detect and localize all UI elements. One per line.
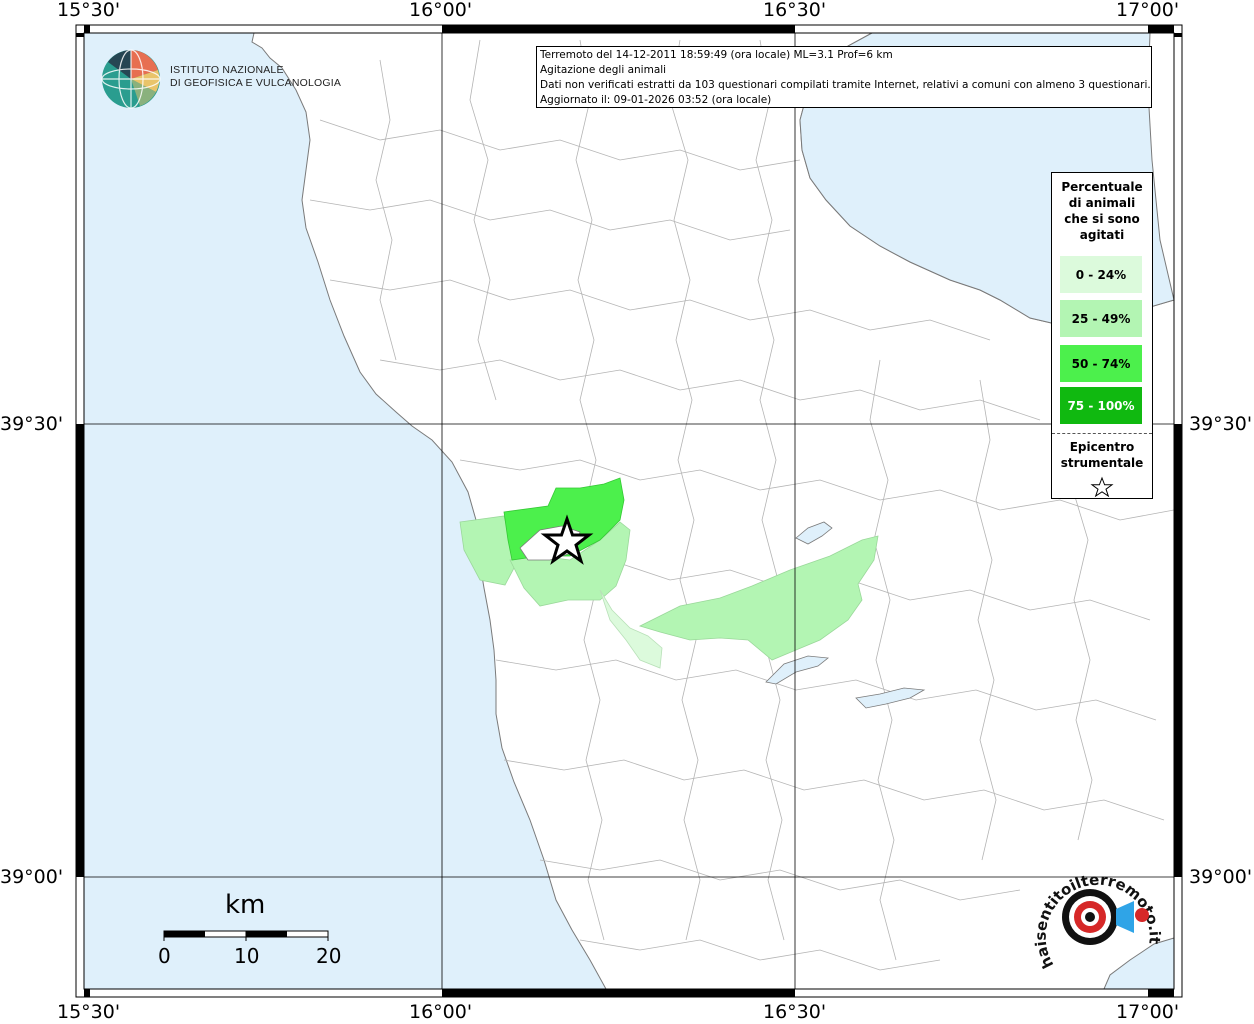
ingv-name-line: DI GEOFISICA E VULCANOLOGIA — [170, 77, 342, 89]
lon-label-top: 16°00' — [409, 0, 473, 21]
legend-title-line: Percentuale — [1061, 180, 1143, 194]
ingv-logo: ISTITUTO NAZIONALE DI GEOFISICA E VULCAN… — [100, 48, 341, 110]
lat-label-left: 39°30' — [0, 413, 64, 435]
lon-label-bottom: 16°00' — [409, 1001, 473, 1023]
scale-tick-label: 0 — [158, 944, 171, 968]
scale-bar: km 0 10 20 — [150, 888, 360, 978]
legend-item-75-100: 75 - 100% — [1060, 387, 1142, 424]
legend-epicenter-line: Epicentro — [1069, 440, 1135, 454]
legend-item-25-49: 25 - 49% — [1060, 300, 1142, 337]
event-line: Terremoto del 14-12-2011 18:59:49 (ora l… — [540, 49, 893, 61]
legend-title: Percentuale di animali che si sono agita… — [1052, 179, 1152, 243]
lon-label-bottom: 17°00' — [1116, 1001, 1180, 1023]
hai-sentito-logo: haisentitoilterremoto.it — [1030, 855, 1180, 980]
legend-epicenter-line: strumentale — [1060, 456, 1144, 470]
data-note: Dati non verificati estratti da 103 ques… — [540, 79, 1151, 91]
legend-item-0-24: 0 - 24% — [1060, 256, 1142, 293]
legend-item-50-74: 50 - 74% — [1060, 345, 1142, 382]
lon-label-top: 15°30' — [57, 0, 121, 21]
legend: Percentuale di animali che si sono agita… — [1051, 172, 1153, 499]
ingv-name-line: ISTITUTO NAZIONALE — [170, 64, 284, 76]
lat-label-left: 39°00' — [0, 866, 64, 888]
legend-title-line: agitati — [1079, 228, 1125, 242]
legend-title-line: di animali — [1068, 196, 1136, 210]
lon-label-top: 16°30' — [763, 0, 827, 21]
scale-tick-label: 10 — [234, 944, 260, 968]
hai-sentito-logo-graphic: haisentitoilterremoto.it — [1032, 871, 1164, 972]
map-subtitle: Agitazione degli animali — [540, 64, 667, 76]
lon-label-bottom: 16°30' — [763, 1001, 827, 1023]
event-info-box: Terremoto del 14-12-2011 18:59:49 (ora l… — [536, 46, 1152, 108]
legend-divider — [1052, 433, 1152, 434]
star-icon — [1090, 476, 1114, 498]
globe-icon — [101, 49, 161, 109]
update-time: Aggiornato il: 09-01-2026 03:52 (ora loc… — [540, 94, 772, 106]
scale-unit: km — [225, 890, 266, 920]
lon-label-bottom: 15°30' — [57, 1001, 121, 1023]
ingv-name: ISTITUTO NAZIONALE DI GEOFISICA E VULCAN… — [170, 64, 341, 90]
lat-label-right: 39°00' — [1189, 866, 1253, 888]
lat-label-right: 39°30' — [1189, 413, 1253, 435]
scale-tick-label: 20 — [316, 944, 342, 968]
legend-title-line: che si sono — [1064, 212, 1140, 226]
legend-epicenter-label: Epicentro strumentale — [1052, 439, 1152, 471]
lon-label-top: 17°00' — [1116, 0, 1180, 21]
